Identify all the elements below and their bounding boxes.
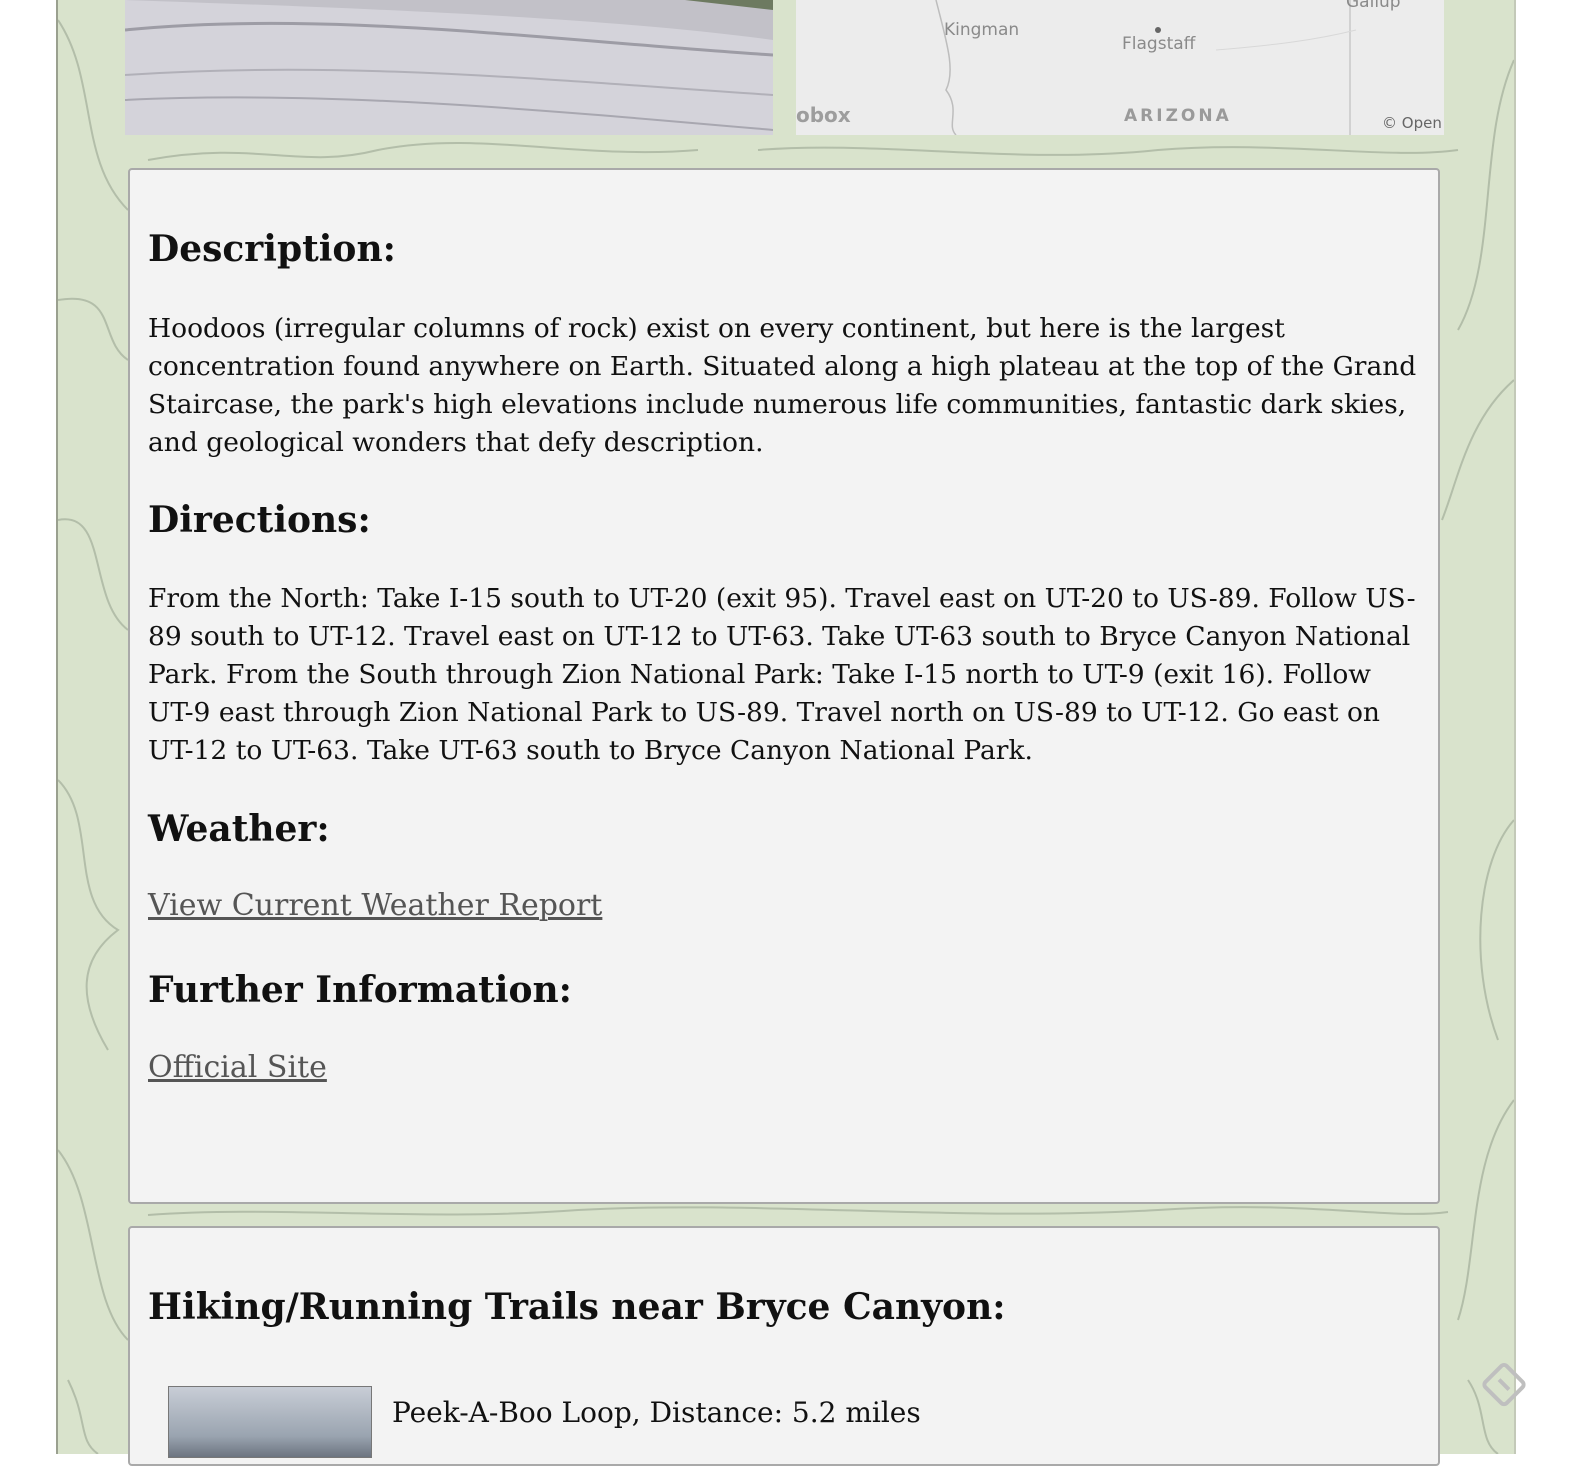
further-information-heading: Further Information: xyxy=(148,969,572,1011)
weather-report-link[interactable]: View Current Weather Report xyxy=(148,888,602,923)
official-site-link[interactable]: Official Site xyxy=(148,1050,327,1085)
snow-road-image xyxy=(125,0,773,135)
park-details-card: Description: Hoodoos (irregular columns … xyxy=(128,168,1440,1204)
map-label-arizona: ARIZONA xyxy=(1124,106,1232,126)
mapbox-logo[interactable]: obox xyxy=(796,103,851,127)
directions-heading: Directions: xyxy=(148,499,371,541)
location-map[interactable]: Kingman Flagstaff Gallup ARIZONA obox © … xyxy=(796,0,1444,135)
map-label-gallup: Gallup xyxy=(1346,0,1401,12)
trails-heading: Hiking/Running Trails near Bryce Canyon: xyxy=(148,1286,1006,1328)
map-label-kingman: Kingman xyxy=(944,20,1020,40)
trail-thumbnail[interactable] xyxy=(168,1386,372,1458)
bookmark-tag-icon[interactable] xyxy=(1478,1360,1530,1412)
description-text: Hoodoos (irregular columns of rock) exis… xyxy=(148,313,1417,458)
weather-heading: Weather: xyxy=(148,808,330,850)
park-photo xyxy=(125,0,773,135)
description-heading: Description: xyxy=(148,228,396,270)
map-label-flagstaff: Flagstaff xyxy=(1122,34,1196,54)
trails-card: Hiking/Running Trails near Bryce Canyon:… xyxy=(128,1226,1440,1466)
trail-item-label[interactable]: Peek-A-Boo Loop, Distance: 5.2 miles xyxy=(392,1396,921,1429)
map-lines xyxy=(935,0,1357,135)
directions-text: From the North: Take I-15 south to UT-20… xyxy=(148,583,1416,766)
map-attribution[interactable]: © Open xyxy=(1382,114,1442,132)
